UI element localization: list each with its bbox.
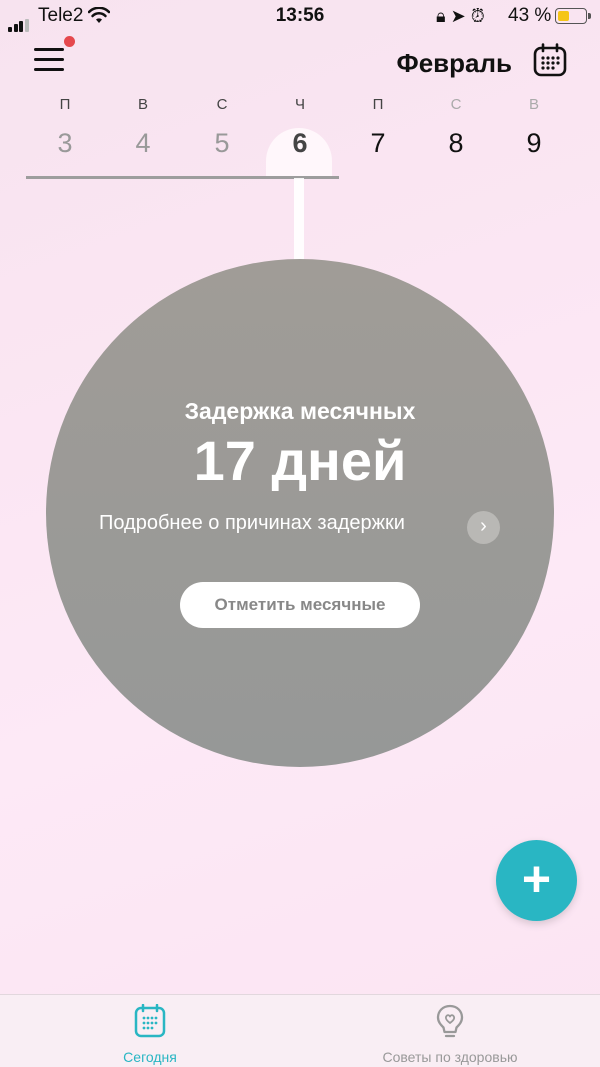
delay-info-link[interactable]: Подробнее о причинах задержки — [99, 512, 405, 535]
hamburger-icon — [34, 48, 64, 51]
day-letter: П — [59, 96, 71, 113]
battery-percent: 43 % — [508, 5, 552, 26]
day-letter: С — [450, 96, 462, 113]
tab-health-tips[interactable]: Советы по здоровью — [300, 995, 600, 1067]
week-strip: П 3 В 4 С 5 Ч 6 П 7 С 8 В 9 — [26, 96, 574, 186]
day-letter: В — [528, 96, 539, 113]
month-title: Февраль — [396, 48, 512, 78]
tab-bar: Сегодня Советы по здоровью — [0, 994, 600, 1067]
add-button[interactable]: + — [496, 840, 577, 921]
mark-period-button[interactable]: Отметить месячные — [180, 582, 420, 628]
day-cell[interactable]: С 5 — [183, 96, 261, 159]
today-connector — [294, 178, 304, 260]
lightbulb-heart-icon — [436, 1004, 464, 1038]
calendar-icon — [134, 1004, 166, 1038]
day-cell[interactable]: П 7 — [339, 96, 417, 159]
calendar-icon[interactable] — [533, 43, 567, 77]
chevron-right-icon[interactable]: › — [467, 511, 500, 544]
day-letter: С — [216, 96, 228, 113]
day-number: 4 — [135, 128, 151, 158]
status-bar: Tele2 13:56 🔒︎ ➤ ⏰︎ 43 % — [0, 0, 600, 32]
day-cell[interactable]: В 9 — [495, 96, 573, 159]
day-letter: П — [372, 96, 384, 113]
cycle-title: Задержка месячных — [184, 398, 416, 424]
tab-label: Советы по здоровью — [382, 1049, 518, 1065]
day-number: 9 — [526, 128, 542, 158]
battery-icon — [555, 8, 591, 24]
menu-button[interactable] — [34, 36, 75, 76]
day-number: 6 — [292, 128, 308, 158]
tab-label: Сегодня — [123, 1049, 177, 1065]
day-number: 7 — [370, 128, 386, 158]
day-number: 5 — [214, 128, 230, 158]
cycle-value: 17 дней — [193, 429, 407, 492]
plus-icon: + — [521, 851, 552, 907]
day-letter: Ч — [295, 96, 305, 113]
status-icons: 🔒︎ ➤ ⏰︎ — [436, 6, 485, 27]
day-cell[interactable]: С 8 — [417, 96, 495, 159]
day-letter: В — [137, 96, 148, 113]
day-number: 8 — [448, 128, 464, 158]
day-cell[interactable]: П 3 — [26, 96, 104, 159]
location-icon: ➤ — [450, 6, 466, 26]
day-cell-today[interactable]: Ч 6 — [261, 96, 339, 159]
day-number: 3 — [57, 128, 73, 158]
notification-dot — [64, 36, 75, 47]
alarm-icon: ⏰︎ — [470, 6, 485, 26]
day-cell[interactable]: В 4 — [104, 96, 182, 159]
tab-today[interactable]: Сегодня — [0, 995, 300, 1067]
orientation-lock-icon: 🔒︎ — [436, 6, 446, 26]
